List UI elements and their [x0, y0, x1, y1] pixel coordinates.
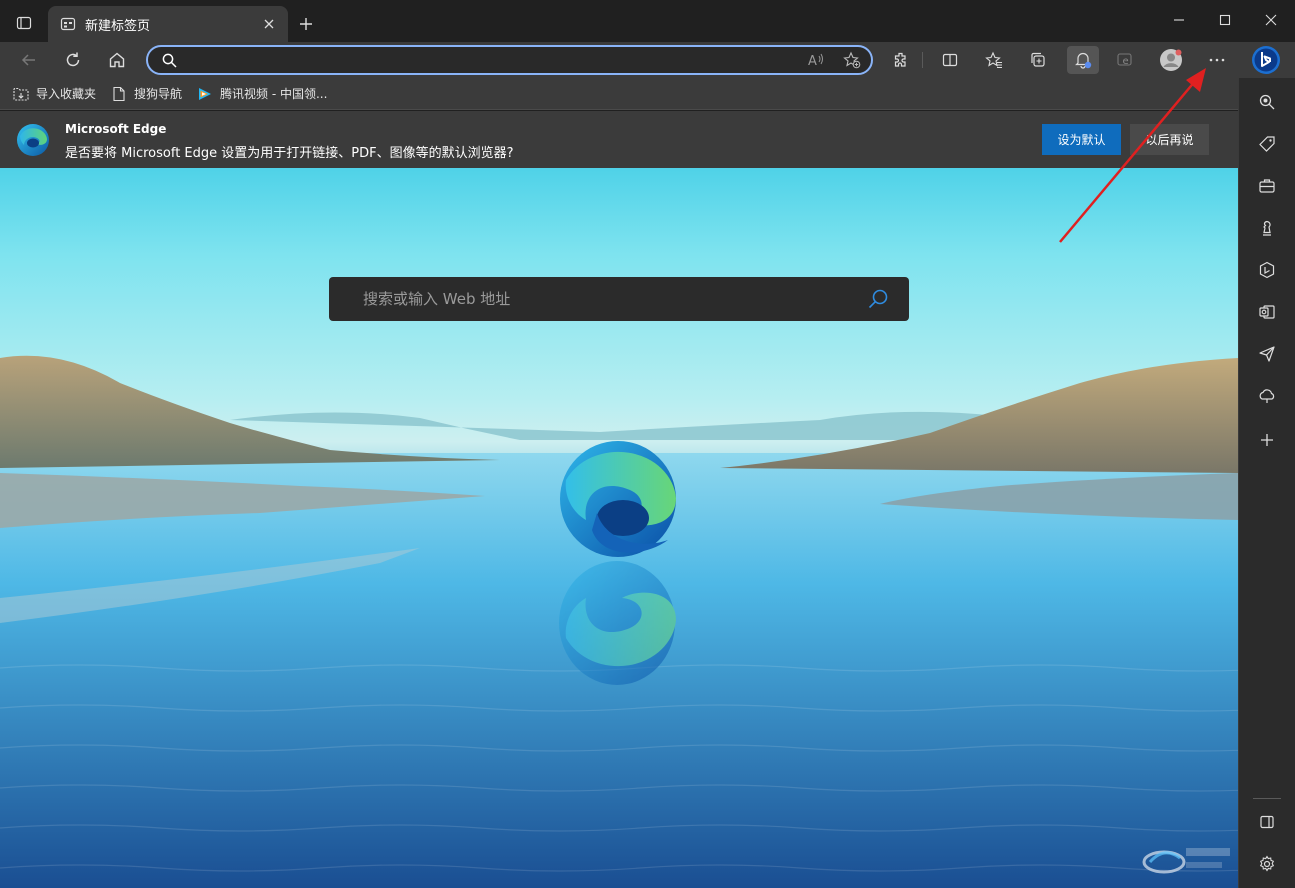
page-icon — [110, 86, 128, 102]
favorite-tencent-video[interactable]: 腾讯视频 - 中国领... — [196, 85, 327, 102]
maximize-button[interactable] — [1202, 0, 1248, 40]
favorite-label: 搜狗导航 — [134, 87, 183, 101]
close-window-button[interactable] — [1248, 0, 1294, 40]
favorites-bar: 导入收藏夹 搜狗导航 腾讯视频 - 中国领... — [0, 78, 1238, 110]
sidebar-tools-icon[interactable] — [1253, 172, 1281, 200]
toolbar-divider — [922, 52, 923, 68]
sidebar-search-icon[interactable] — [1253, 88, 1281, 116]
close-tab-icon[interactable] — [260, 15, 278, 33]
not-now-button[interactable]: 以后再说 — [1130, 124, 1209, 155]
new-tab-page-icon — [60, 16, 76, 32]
title-bar: 新建标签页 — [0, 0, 1295, 42]
add-favorite-icon[interactable] — [843, 51, 861, 69]
search-icon — [162, 53, 177, 68]
sidebar-outlook-icon[interactable] — [1253, 298, 1281, 326]
profile-avatar[interactable] — [1157, 46, 1185, 74]
svg-text:e: e — [1123, 56, 1129, 67]
sidebar-shopping-tag-icon[interactable] — [1253, 130, 1281, 158]
sidebar-cloud-icon[interactable] — [1253, 382, 1281, 410]
sidebar-divider — [1253, 798, 1281, 799]
home-button[interactable] — [103, 46, 131, 74]
notifications-button[interactable] — [1067, 46, 1099, 74]
tab-new-tab[interactable]: 新建标签页 — [48, 6, 288, 42]
favorite-label: 导入收藏夹 — [36, 87, 97, 101]
split-screen-button[interactable] — [936, 46, 964, 74]
tab-title: 新建标签页 — [85, 18, 151, 34]
import-favorites-icon — [12, 86, 30, 102]
favorites-button[interactable] — [980, 46, 1008, 74]
watermark-logo-icon — [1142, 848, 1230, 874]
extensions-button[interactable] — [887, 46, 915, 74]
sidebar-games-chess-icon[interactable] — [1253, 214, 1281, 242]
minimize-button[interactable] — [1156, 0, 1202, 40]
search-submit-icon[interactable] — [867, 288, 889, 310]
banner-message: 是否要将 Microsoft Edge 设置为用于打开链接、PDF、图像等的默认… — [65, 146, 514, 161]
svg-text:A: A — [808, 54, 817, 68]
ie-mode-button[interactable]: e — [1112, 46, 1140, 74]
sidebar-hide-panel-icon[interactable] — [1253, 808, 1281, 836]
sidebar-send-icon[interactable] — [1253, 340, 1281, 368]
settings-and-more-button[interactable] — [1203, 46, 1231, 74]
address-bar[interactable]: A — [146, 45, 873, 75]
edge-logo-icon — [16, 123, 50, 157]
banner-title: Microsoft Edge — [65, 122, 167, 136]
favorite-sogou[interactable]: 搜狗导航 — [110, 85, 182, 102]
bing-copilot-button[interactable] — [1250, 44, 1282, 76]
back-button[interactable] — [15, 46, 43, 74]
web-search-box[interactable] — [329, 277, 909, 321]
tencent-video-icon — [196, 86, 214, 102]
web-search-input[interactable] — [363, 290, 867, 308]
sidebar-office-icon[interactable] — [1253, 256, 1281, 284]
toolbar: A e — [0, 42, 1295, 78]
favorite-label: 腾讯视频 - 中国领... — [220, 87, 328, 101]
new-tab-button[interactable] — [294, 12, 318, 36]
collections-button[interactable] — [1024, 46, 1052, 74]
default-browser-banner: Microsoft Edge 是否要将 Microsoft Edge 设置为用于… — [0, 111, 1238, 168]
read-aloud-icon[interactable]: A — [807, 52, 825, 68]
favorite-import[interactable]: 导入收藏夹 — [12, 85, 96, 102]
refresh-button[interactable] — [59, 46, 87, 74]
background-landscape-image — [0, 355, 1238, 888]
tab-actions-icon[interactable] — [12, 11, 36, 35]
set-default-button[interactable]: 设为默认 — [1042, 124, 1121, 155]
edge-hero-logo-icon — [560, 441, 676, 557]
sidebar-add-icon[interactable] — [1253, 426, 1281, 454]
address-input[interactable] — [189, 52, 807, 68]
sidebar-settings-icon[interactable] — [1253, 850, 1281, 878]
new-tab-page — [0, 168, 1238, 888]
edge-sidebar — [1238, 78, 1295, 888]
